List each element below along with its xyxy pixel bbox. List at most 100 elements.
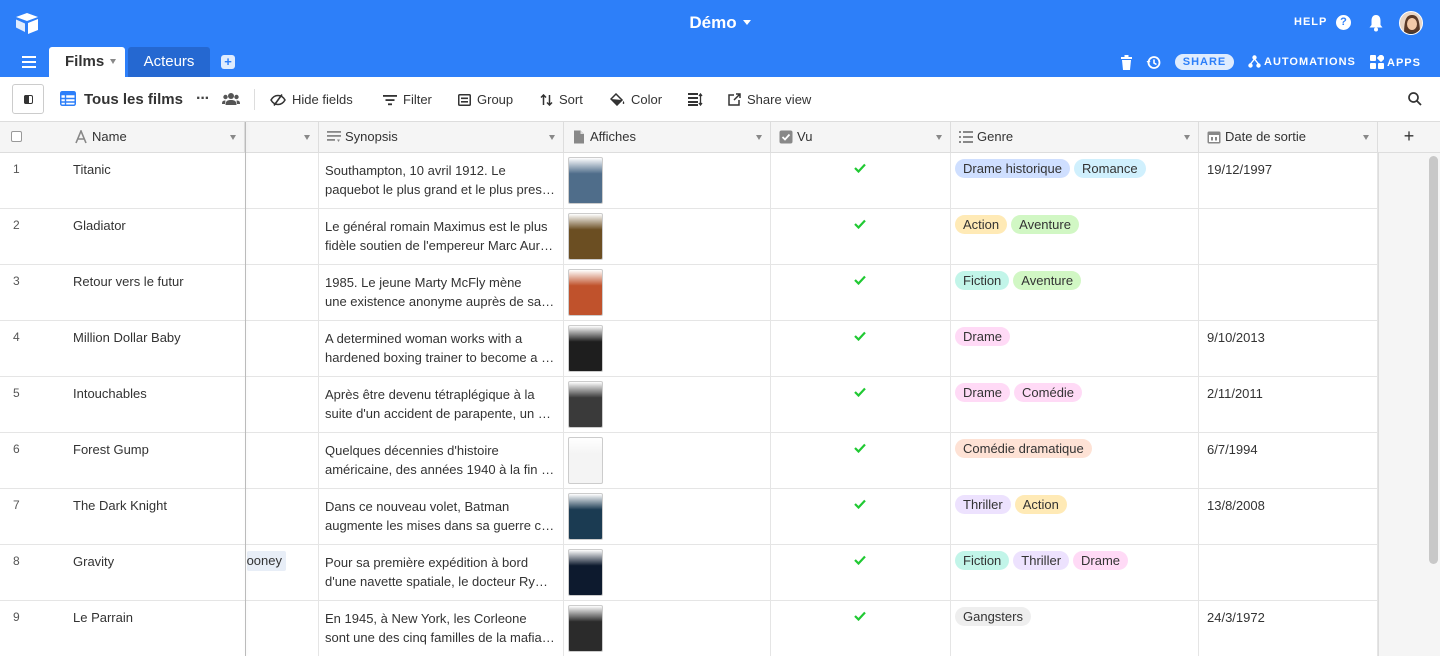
poster-thumbnail[interactable] — [568, 493, 603, 540]
row-number[interactable]: 1 — [0, 153, 60, 209]
cell-affiches[interactable] — [564, 265, 771, 321]
cell-name[interactable]: The Dark Knight — [60, 489, 245, 545]
cell-vu[interactable] — [771, 153, 951, 209]
share-button[interactable]: SHARE — [1175, 54, 1234, 70]
share-view-button[interactable]: Share view — [728, 92, 811, 107]
cell-synopsis[interactable]: 1985. Le jeune Marty McFly mène une exis… — [319, 265, 564, 321]
grid-view-icon[interactable] — [60, 91, 76, 106]
cell-vu[interactable] — [771, 489, 951, 545]
cell-synopsis[interactable]: Southampton, 10 avril 1912. Le paquebot … — [319, 153, 564, 209]
table-row[interactable]: 8 Gravity ooney Pour sa première expédit… — [0, 545, 1378, 601]
sort-button[interactable]: Sort — [540, 92, 583, 107]
poster-thumbnail[interactable] — [568, 157, 603, 204]
collaborators-icon[interactable] — [222, 92, 240, 106]
row-number[interactable]: 8 — [0, 545, 60, 601]
view-name[interactable]: Tous les films — [84, 91, 183, 108]
poster-thumbnail[interactable] — [568, 437, 603, 484]
cell-acteurs[interactable] — [246, 377, 319, 433]
row-number[interactable]: 4 — [0, 321, 60, 377]
check-icon[interactable] — [854, 275, 866, 285]
column-header-vu[interactable]: Vu — [771, 122, 951, 153]
cell-date[interactable]: 9/10/2013 — [1199, 321, 1378, 377]
search-icon[interactable] — [1408, 92, 1422, 106]
tab-acteurs[interactable]: Acteurs — [128, 47, 210, 77]
check-icon[interactable] — [854, 443, 866, 453]
chevron-down-icon[interactable] — [230, 135, 236, 140]
chevron-down-icon[interactable] — [936, 135, 942, 140]
poster-thumbnail[interactable] — [568, 325, 603, 372]
cell-date[interactable]: 13/8/2008 — [1199, 489, 1378, 545]
chevron-down-icon[interactable] — [1363, 135, 1369, 140]
cell-acteurs[interactable] — [246, 153, 319, 209]
cell-name[interactable]: Retour vers le futur — [60, 265, 245, 321]
cell-synopsis[interactable]: Quelques décennies d'histoire américaine… — [319, 433, 564, 489]
cell-vu[interactable] — [771, 433, 951, 489]
cell-synopsis[interactable]: Pour sa première expédition à bord d'une… — [319, 545, 564, 601]
cell-affiches[interactable] — [564, 433, 771, 489]
cell-date[interactable] — [1199, 209, 1378, 265]
chevron-down-icon[interactable] — [1184, 135, 1190, 140]
check-icon[interactable] — [854, 163, 866, 173]
avatar[interactable] — [1399, 11, 1423, 35]
base-title-button[interactable]: Démo — [689, 13, 751, 32]
check-icon[interactable] — [854, 331, 866, 341]
hide-fields-button[interactable]: Hide fields — [270, 92, 353, 107]
chevron-down-icon[interactable] — [110, 59, 116, 64]
cell-affiches[interactable] — [564, 377, 771, 433]
poster-thumbnail[interactable] — [568, 549, 603, 596]
bell-icon[interactable] — [1368, 14, 1384, 32]
cell-vu[interactable] — [771, 265, 951, 321]
linked-record-chip[interactable]: ooney — [246, 551, 286, 571]
row-number[interactable]: 2 — [0, 209, 60, 265]
history-icon[interactable] — [1146, 55, 1161, 70]
table-row[interactable]: 2 Gladiator Le général romain Maximus es… — [0, 209, 1378, 265]
cell-acteurs[interactable] — [246, 601, 319, 656]
automations-button[interactable]: AUTOMATIONS — [1248, 55, 1356, 68]
add-field-button[interactable]: + — [1378, 122, 1440, 153]
cell-genre[interactable]: Comédie dramatique — [951, 433, 1199, 489]
table-row[interactable]: 6 Forest Gump Quelques décennies d'histo… — [0, 433, 1378, 489]
cell-synopsis[interactable]: Après être devenu tétraplégique à la sui… — [319, 377, 564, 433]
select-all-checkbox[interactable] — [11, 131, 22, 142]
cell-genre[interactable]: Drame Comédie — [951, 377, 1199, 433]
column-header-genre[interactable]: Genre — [951, 122, 1199, 153]
check-icon[interactable] — [854, 387, 866, 397]
help-icon[interactable]: ? — [1336, 15, 1351, 30]
cell-date[interactable]: 19/12/1997 — [1199, 153, 1378, 209]
apps-button[interactable]: APPS — [1370, 54, 1421, 69]
column-header-acteurs[interactable] — [246, 122, 319, 153]
row-number[interactable]: 3 — [0, 265, 60, 321]
color-button[interactable]: Color — [609, 92, 662, 107]
cell-genre[interactable]: Fiction Thriller Drame — [951, 545, 1199, 601]
cell-vu[interactable] — [771, 321, 951, 377]
check-icon[interactable] — [854, 611, 866, 621]
cell-acteurs[interactable] — [246, 209, 319, 265]
cell-acteurs[interactable] — [246, 265, 319, 321]
row-number[interactable]: 9 — [0, 601, 60, 656]
help-link[interactable]: HELP — [1294, 16, 1327, 28]
chevron-down-icon[interactable] — [756, 135, 762, 140]
table-row[interactable]: 7 The Dark Knight Dans ce nouveau volet,… — [0, 489, 1378, 545]
row-number[interactable]: 6 — [0, 433, 60, 489]
row-height-icon[interactable] — [688, 93, 703, 106]
cell-affiches[interactable] — [564, 545, 771, 601]
cell-affiches[interactable] — [564, 489, 771, 545]
cell-name[interactable]: Le Parrain — [60, 601, 245, 656]
poster-thumbnail[interactable] — [568, 381, 603, 428]
cell-genre[interactable]: Thriller Action — [951, 489, 1199, 545]
frozen-column-divider[interactable] — [245, 122, 246, 656]
table-row[interactable]: 9 Le Parrain En 1945, à New York, les Co… — [0, 601, 1378, 656]
trash-icon[interactable] — [1120, 55, 1133, 70]
more-options-icon[interactable]: ··· — [196, 90, 210, 108]
cell-affiches[interactable] — [564, 153, 771, 209]
vertical-scrollbar[interactable] — [1429, 156, 1438, 564]
cell-affiches[interactable] — [564, 321, 771, 377]
column-header-name[interactable]: Name — [60, 122, 245, 153]
cell-acteurs[interactable]: ooney — [246, 545, 319, 601]
cell-synopsis[interactable]: En 1945, à New York, les Corleone sont u… — [319, 601, 564, 656]
cell-genre[interactable]: Drame — [951, 321, 1199, 377]
cell-synopsis[interactable]: Le général romain Maximus est le plus fi… — [319, 209, 564, 265]
cell-genre[interactable]: Fiction Aventure — [951, 265, 1199, 321]
airtable-logo-icon[interactable] — [14, 11, 40, 35]
table-row[interactable]: 5 Intouchables Après être devenu tétrapl… — [0, 377, 1378, 433]
